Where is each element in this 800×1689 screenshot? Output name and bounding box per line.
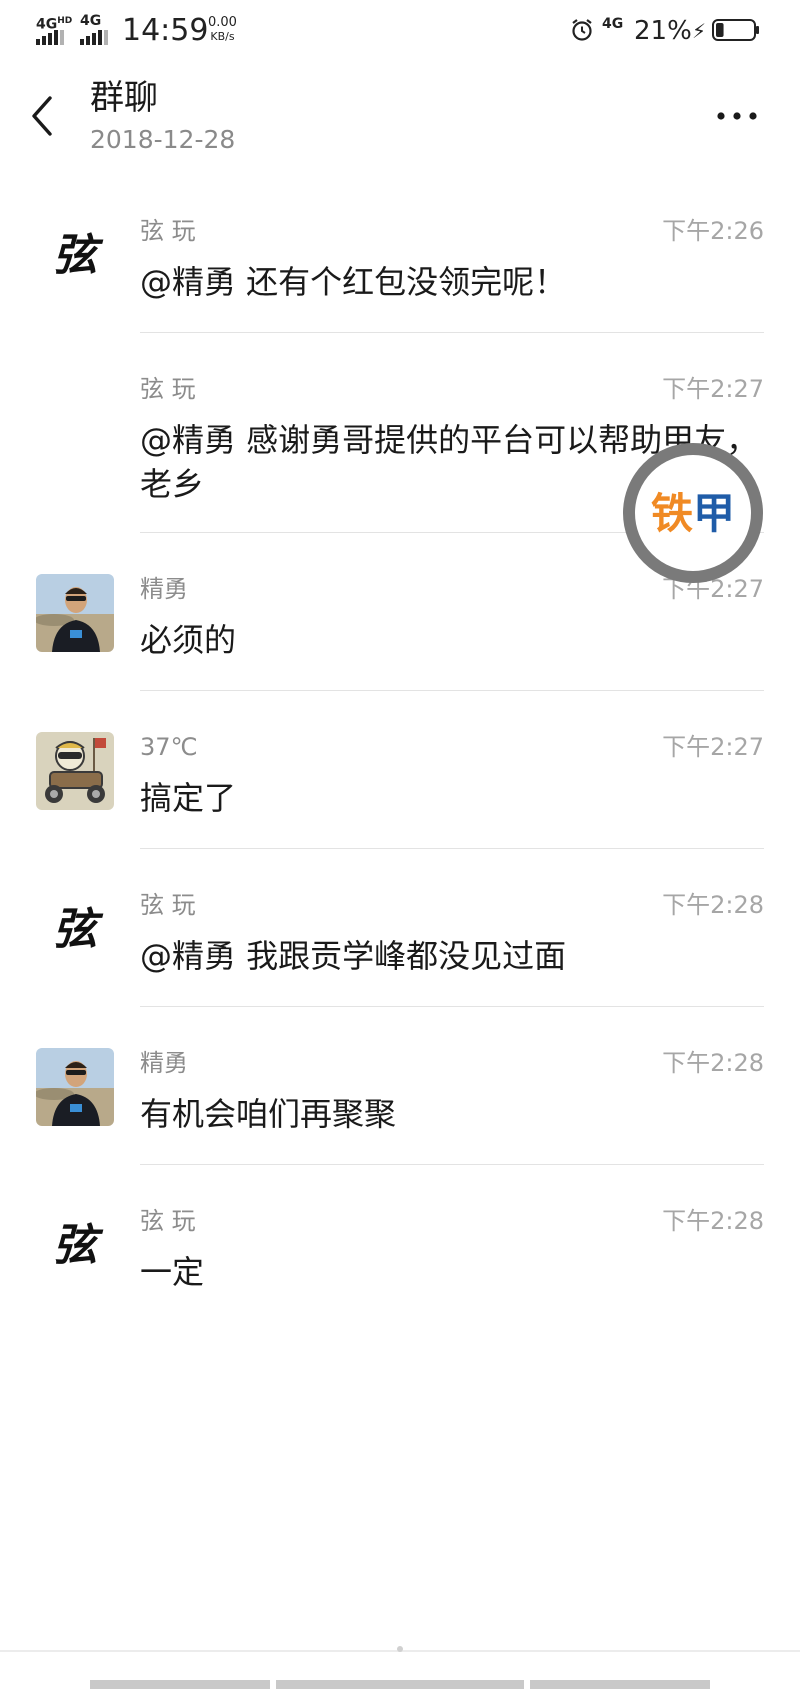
avatar[interactable]: 弦 bbox=[36, 216, 114, 294]
avatar[interactable]: 弦 bbox=[36, 890, 114, 968]
avatar[interactable] bbox=[36, 732, 114, 810]
message-text: 必须的 bbox=[140, 621, 237, 659]
network-type-2: 4G bbox=[80, 13, 102, 29]
signal-bars-2-icon bbox=[80, 30, 108, 45]
message-text: 有机会咱们再聚聚 bbox=[140, 1095, 397, 1133]
message-time: 下午2:26 bbox=[662, 217, 764, 245]
status-bar: 4GHD 4G 14:59 0.00 KB/s 4G 21% ⚡︎ bbox=[0, 0, 800, 62]
svg-text:铁甲: 铁甲 bbox=[651, 489, 735, 538]
svg-text:弦: 弦 bbox=[53, 1220, 104, 1271]
sender-name: 弦 玩 bbox=[140, 891, 196, 919]
network-type-1: 4GHD bbox=[36, 16, 73, 33]
message-text: 一定 bbox=[140, 1253, 205, 1291]
more-options-button[interactable] bbox=[712, 86, 762, 146]
message-time: 下午2:28 bbox=[662, 891, 764, 919]
message-time: 下午2:27 bbox=[662, 733, 764, 761]
xian-calligraphy-avatar: 弦 bbox=[36, 1206, 114, 1284]
photo-man-avatar bbox=[36, 1048, 114, 1126]
cartoon-racer-avatar bbox=[36, 732, 114, 810]
network-type-right: 4G bbox=[602, 16, 624, 32]
avatar[interactable] bbox=[36, 1048, 114, 1126]
nav-bar-segment[interactable] bbox=[276, 1680, 524, 1689]
sender-name: 弦 玩 bbox=[140, 1207, 196, 1235]
message-time: 下午2:27 bbox=[662, 375, 764, 403]
battery-icon bbox=[712, 19, 759, 41]
xian-calligraphy-avatar: 弦 bbox=[36, 216, 114, 294]
avatar[interactable] bbox=[36, 574, 114, 652]
sender-name: 精勇 bbox=[140, 1049, 188, 1077]
chat-header: 群聊 2018-12-28 bbox=[0, 62, 800, 172]
clock: 14:59 bbox=[122, 13, 209, 48]
sender-name: 精勇 bbox=[140, 575, 188, 603]
avatar[interactable]: 弦 bbox=[36, 1206, 114, 1284]
tiejia-floating-badge[interactable]: 铁甲 bbox=[622, 442, 764, 584]
divider bbox=[140, 1164, 764, 1165]
photo-man-avatar bbox=[36, 574, 114, 652]
nav-bar-segment[interactable] bbox=[530, 1680, 710, 1689]
back-button[interactable] bbox=[22, 86, 62, 146]
page-indicator-dot bbox=[397, 1646, 403, 1652]
svg-text:弦: 弦 bbox=[53, 904, 104, 955]
message-text: @精勇 还有个红包没领完呢！ bbox=[140, 263, 567, 301]
signal-bars-1-icon bbox=[36, 30, 64, 45]
network-speed: 0.00 KB/s bbox=[208, 15, 237, 44]
message-time: 下午2:28 bbox=[662, 1207, 764, 1235]
divider bbox=[140, 1006, 764, 1007]
divider bbox=[140, 690, 764, 691]
message-text: @精勇 我跟贡学峰都没见过面 bbox=[140, 937, 567, 975]
svg-text:弦: 弦 bbox=[53, 230, 104, 281]
page-title: 群聊 bbox=[90, 78, 158, 118]
message-time: 下午2:28 bbox=[662, 1049, 764, 1077]
bolt-icon: ⚡︎ bbox=[692, 19, 707, 43]
message-text: 搞定了 bbox=[140, 779, 237, 817]
sender-name: 弦 玩 bbox=[140, 217, 196, 245]
xian-calligraphy-avatar: 弦 bbox=[36, 890, 114, 968]
divider bbox=[140, 848, 764, 849]
divider bbox=[140, 332, 764, 333]
battery-percent: 21% bbox=[634, 16, 692, 46]
sender-name: 弦 玩 bbox=[140, 375, 196, 403]
chat-date: 2018-12-28 bbox=[90, 125, 236, 154]
nav-bar-segment[interactable] bbox=[90, 1680, 270, 1689]
sender-name: 37℃ bbox=[140, 733, 198, 761]
alarm-clock-icon bbox=[572, 19, 592, 41]
